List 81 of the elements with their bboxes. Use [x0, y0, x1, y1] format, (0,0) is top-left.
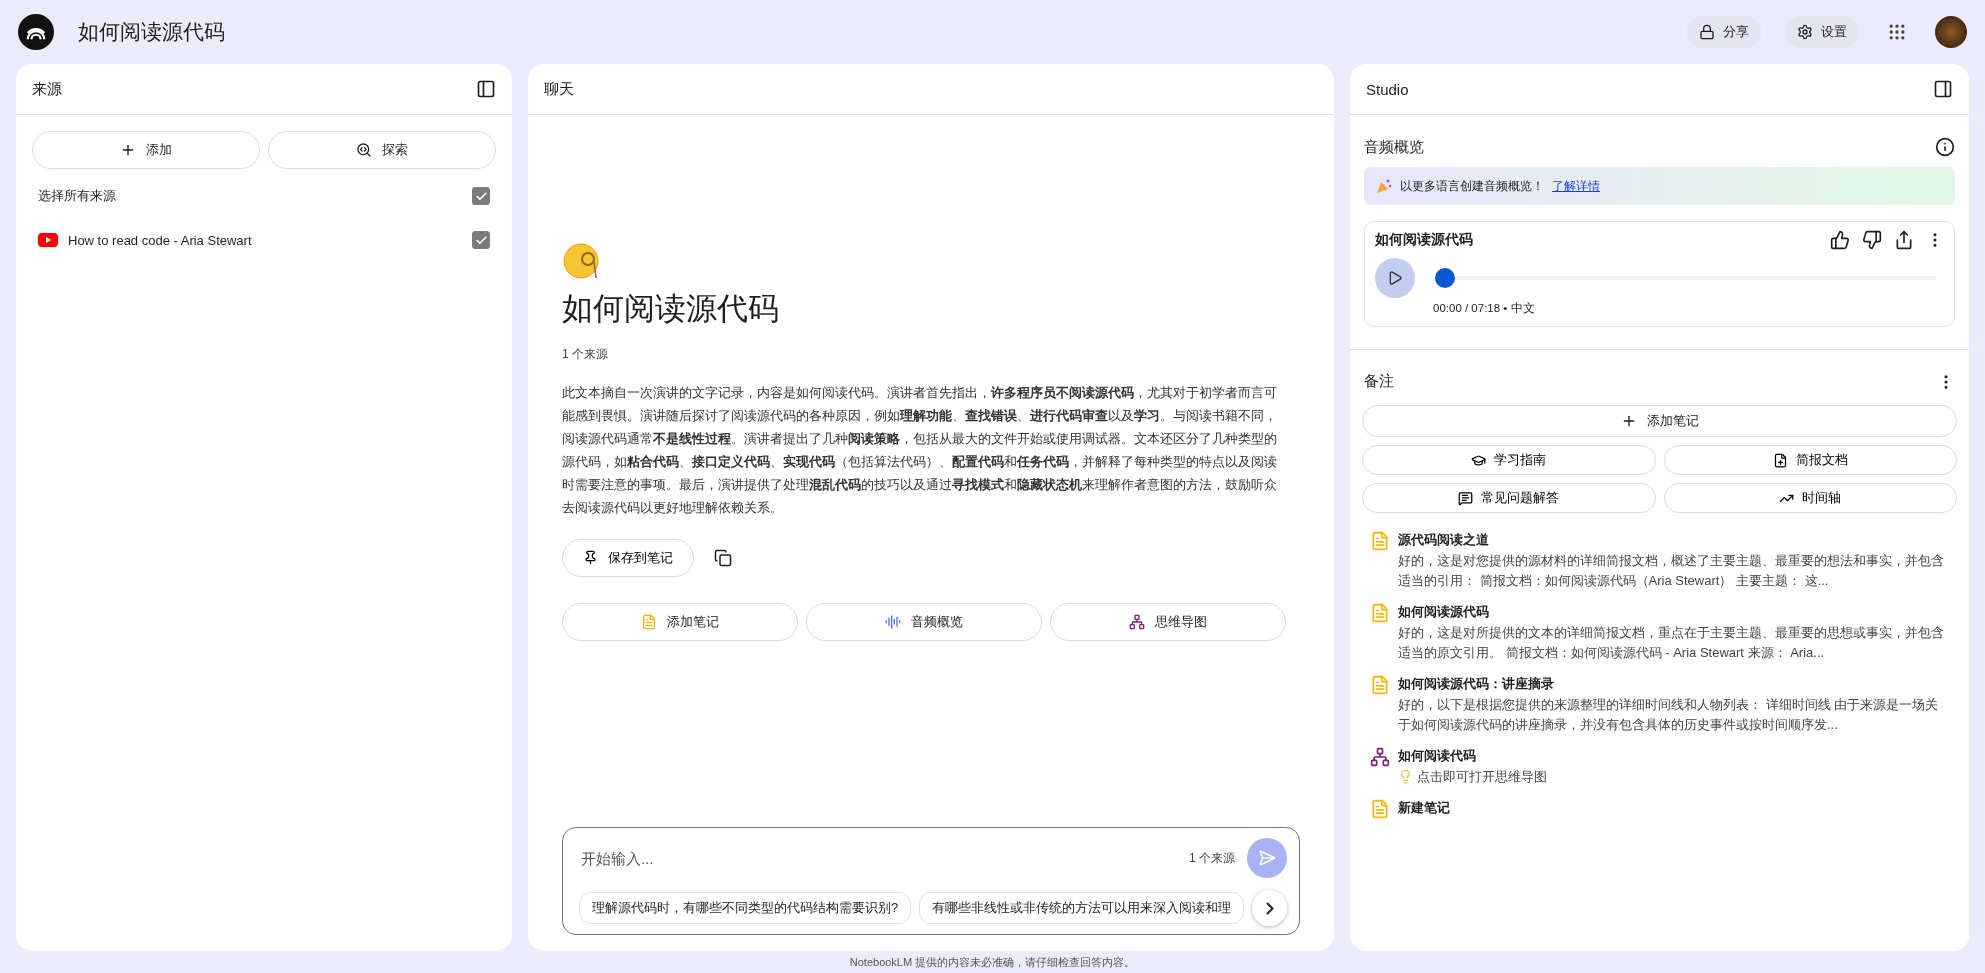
audio-time: 00:00 / 07:18 • 中文 — [1433, 302, 1535, 314]
note-preview: 好的，以下是根据您提供的来源整理的详细时间线和人物列表： 详细时间线 由于来源是一场关于如何阅读源代码的讲座摘录，并没有包含具体的历史事件或按时间顺序发... — [1398, 696, 1940, 734]
tool-button[interactable]: 学习指南 — [1362, 445, 1656, 475]
next-button[interactable] — [1252, 890, 1287, 926]
action-button[interactable]: 思维导图 — [1050, 602, 1286, 641]
source-count: 1 个来源 — [562, 345, 609, 363]
note-preview: 点击即可打开思维导图 — [1417, 768, 1547, 786]
app-logo[interactable] — [18, 14, 54, 50]
note-title[interactable]: 新建笔记 — [1398, 799, 1949, 817]
play-button[interactable] — [1375, 258, 1415, 298]
select-all-label: 选择所有来源 — [38, 187, 117, 205]
section-title: 音频概览 — [1364, 137, 1424, 157]
check-icon — [474, 233, 488, 247]
note-title[interactable]: 源代码阅读之道 — [1398, 531, 1949, 549]
learn-more-link[interactable]: 了解详情 — [1552, 177, 1600, 195]
summary-text: 此文本摘自一次演讲的文字记录，内容是如何阅读代码。演讲者首先指出，许多程序员不阅读源代码，尤其对于初学者而言可能感到畏惧。演讲随后探讨了阅读源代码的各种原因，例如理解功能、查找错误、进行代码审查以及学习。与阅读书籍不同，阅读源代码通常不是线性过程。演讲者提出了几种阅读策略，包括从最大的文件开始或使用调试器。文本还区分了几种类型的源代码，如粘合代码、接口定义代码、实现代码（包括算法代码）、配置代码和任务代码，并解释了每种类型的特点以及阅读时需要注意的事项。最后，演讲提供了处理混乱代码的技巧以及通过寻找模式和隐藏状态机来理解作者意图的方法，鼓励听众去阅读源代码以更好地理解依赖关系。 — [562, 383, 1278, 517]
document-icon — [641, 613, 657, 630]
action-button[interactable]: 音频概览 — [806, 602, 1042, 641]
progress-thumb[interactable] — [1435, 268, 1455, 288]
chat-bubble-icon — [1458, 490, 1474, 506]
suggestion-chip[interactable]: 理解源代码时，有哪些不同类型的代码结构需要识别? — [579, 892, 912, 924]
checkbox[interactable] — [472, 231, 490, 249]
note-preview: 好的，这是对所提供的文本的详细简报文档，重点在于主要主题、最重要的思想或事实，并包含适当的原文引用。 简报文档：如何阅读源代码 - Aria Stewart 来源： Aria... — [1398, 624, 1945, 662]
tool-button[interactable]: 简报文档 — [1663, 445, 1957, 475]
share-button[interactable]: 分享 — [1687, 16, 1761, 48]
copy-icon[interactable] — [714, 548, 732, 567]
panel-title: 聊天 — [544, 79, 574, 99]
note-icon — [1370, 603, 1390, 623]
graduation-cap-icon — [1471, 452, 1487, 468]
suggestion-chip[interactable]: 有哪些非线性或非传统的方法可以用来深入阅读和理 — [919, 892, 1245, 924]
thumbs-down-icon[interactable] — [1862, 230, 1882, 250]
notebook-title: 如何阅读源代码 — [78, 19, 226, 45]
note-icon — [1370, 675, 1390, 695]
disclaimer-text: NotebookLM 提供的内容未必准确，请仔细检查回答内容。 — [849, 954, 1136, 970]
checkbox[interactable] — [472, 187, 490, 205]
note-icon — [1370, 799, 1390, 819]
settings-icon — [1797, 24, 1813, 40]
chat-title: 如何阅读源代码 — [562, 289, 780, 328]
save-to-note-button[interactable]: 保存到笔记 — [562, 538, 694, 577]
lightbulb-icon — [1398, 768, 1413, 784]
panel-title: 来源 — [32, 79, 62, 99]
panel-toggle-icon[interactable] — [476, 79, 496, 99]
action-button[interactable]: 添加笔记 — [562, 602, 798, 641]
add-note-button[interactable]: 添加笔记 — [1362, 405, 1957, 437]
mind-map-icon — [1370, 747, 1390, 767]
audio-wave-icon — [885, 613, 901, 630]
mind-map-icon — [1129, 613, 1145, 630]
plus-icon — [120, 142, 136, 158]
check-icon — [474, 189, 488, 203]
note-title[interactable]: 如何阅读代码 — [1398, 747, 1949, 765]
explore-button[interactable]: 探索 — [268, 131, 496, 169]
audio-title: 如何阅读源代码 — [1375, 231, 1474, 249]
info-icon[interactable] — [1935, 137, 1955, 157]
party-popper-icon — [1376, 178, 1392, 194]
note-title[interactable]: 如何阅读源代码：讲座摘录 — [1398, 675, 1949, 693]
play-icon — [1387, 270, 1403, 286]
avatar[interactable] — [1935, 16, 1967, 48]
panel-title: Studio — [1366, 80, 1409, 98]
chat-input-box[interactable]: 开始输入... 1 个来源 理解源代码时，有哪些不同类型的代码结构需要识别? 有哪些非线性或非传统的方法可以用来深入阅读和理 — [562, 827, 1300, 935]
banner-text: 以更多语言创建音频概览！ — [1400, 177, 1544, 195]
share-icon[interactable] — [1894, 230, 1914, 250]
source-title[interactable]: How to read code - Aria Stewart — [68, 232, 462, 248]
emoji-icon — [562, 241, 602, 282]
chevron-right-icon — [1265, 901, 1274, 915]
add-source-button[interactable]: 添加 — [32, 131, 260, 169]
source-count: 1 个来源 — [1189, 849, 1235, 867]
lock-icon — [1699, 24, 1715, 40]
document-icon — [1772, 452, 1788, 468]
tool-button[interactable]: 时间轴 — [1663, 483, 1957, 513]
video-play-icon — [38, 233, 58, 247]
tool-button[interactable]: 常见问题解答 — [1362, 483, 1656, 513]
note-title[interactable]: 如何阅读源代码 — [1398, 603, 1949, 621]
panel-toggle-icon[interactable] — [1933, 79, 1953, 99]
send-icon — [1258, 849, 1276, 867]
thumbs-up-icon[interactable] — [1830, 230, 1850, 250]
section-title: 备注 — [1364, 372, 1394, 391]
search-icon — [356, 142, 372, 158]
settings-button[interactable]: 设置 — [1785, 16, 1859, 48]
pin-icon — [583, 550, 598, 565]
note-icon — [1370, 531, 1390, 551]
note-preview: 好的，这是对您提供的源材料的详细简报文档，概述了主要主题、最重要的想法和事实，并包含适当的引用： 简报文档：如何阅读源代码（Aria Stewart） 主要主题： 这... — [1398, 552, 1945, 590]
